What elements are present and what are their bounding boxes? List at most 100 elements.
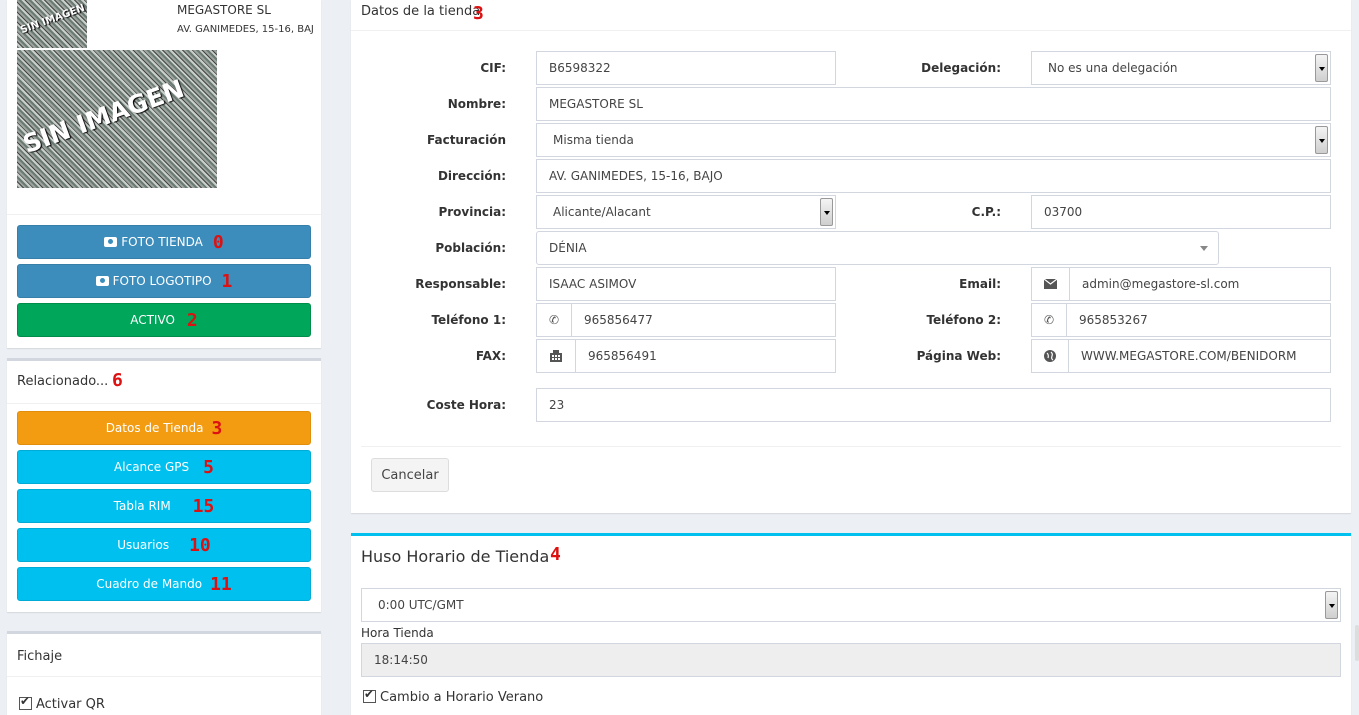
no-image-text-small: SIN IMAGEN bbox=[19, 2, 87, 37]
foto-logotipo-label: FOTO LOGOTIPO bbox=[112, 274, 212, 288]
related-title: Relacionado... bbox=[17, 374, 109, 389]
delegacion-value: No es una delegación bbox=[1048, 61, 1178, 75]
store-photo-thumbnail: SIN IMAGEN bbox=[17, 50, 217, 188]
envelope-icon bbox=[1031, 267, 1070, 301]
divider bbox=[7, 403, 321, 404]
store-summary-panel: SIN IMAGEN MEGASTORE SL AV. GANIMEDES, 1… bbox=[7, 0, 321, 348]
alcance-gps-button[interactable]: Alcance GPS 5 bbox=[17, 450, 311, 484]
cuadro-de-mando-button[interactable]: Cuadro de Mando 11 bbox=[17, 567, 311, 601]
annotation-number: 2 bbox=[186, 309, 198, 331]
related-item-label: Alcance GPS bbox=[114, 460, 190, 474]
tabla-rim-button[interactable]: Tabla RIM 15 bbox=[17, 489, 311, 523]
delegacion-label: Delegación: bbox=[921, 61, 1001, 75]
timezone-select[interactable]: 0:00 UTC/GMT bbox=[361, 588, 1341, 622]
annotation-number: 1 bbox=[221, 270, 233, 292]
provincia-label: Provincia: bbox=[438, 205, 506, 219]
annotation-number: 5 bbox=[203, 456, 214, 478]
divider bbox=[351, 30, 1351, 31]
camera-icon bbox=[95, 276, 109, 286]
divider bbox=[361, 446, 1341, 447]
phone-icon: ✆ bbox=[1031, 303, 1067, 337]
nombre-field[interactable]: MEGASTORE SL bbox=[536, 87, 1331, 121]
foto-tienda-button[interactable]: FOTO TIENDA 0 bbox=[17, 225, 311, 259]
related-item-label: Cuadro de Mando bbox=[96, 577, 203, 591]
web-label: Página Web: bbox=[916, 349, 1001, 363]
annotation-number: 10 bbox=[189, 534, 211, 556]
delegacion-select[interactable]: No es una delegación bbox=[1031, 51, 1331, 85]
responsable-label: Responsable: bbox=[415, 277, 506, 291]
divider bbox=[7, 214, 321, 215]
phone-icon: ✆ bbox=[536, 303, 572, 337]
cif-field[interactable]: B6598322 bbox=[536, 51, 836, 85]
no-image-text-large: SIN IMAGEN bbox=[19, 73, 188, 160]
nombre-label: Nombre: bbox=[447, 97, 506, 111]
annotation-number: 0 bbox=[212, 231, 224, 253]
poblacion-select[interactable]: DÉNIA bbox=[536, 231, 1219, 265]
store-address: AV. GANIMEDES, 15-16, BAJ bbox=[177, 24, 314, 35]
hora-tienda-field: 18:14:50 bbox=[361, 643, 1341, 677]
huso-title: Huso Horario de Tienda bbox=[361, 547, 550, 566]
activar-qr-label: Activar QR bbox=[36, 697, 105, 712]
fax-icon bbox=[536, 339, 576, 373]
dropdown-arrow-icon bbox=[1315, 54, 1328, 82]
scrollbar-thumb[interactable] bbox=[1355, 625, 1359, 661]
camera-icon bbox=[104, 237, 118, 247]
cp-label: C.P.: bbox=[971, 205, 1001, 219]
telefono1-field[interactable]: 965856477 bbox=[571, 303, 836, 337]
cp-field[interactable]: 03700 bbox=[1031, 195, 1331, 229]
dropdown-arrow-icon bbox=[820, 198, 833, 226]
hora-tienda-label: Hora Tienda bbox=[361, 626, 434, 640]
email-label: Email: bbox=[959, 277, 1001, 291]
checkbox-checked-icon bbox=[19, 694, 32, 710]
annotation-number: 3 bbox=[211, 417, 223, 439]
chevron-down-icon bbox=[1200, 246, 1208, 251]
huso-horario-panel: Huso Horario de Tienda 4 0:00 UTC/GMT Ho… bbox=[351, 533, 1351, 715]
activar-qr-checkbox[interactable]: Activar QR bbox=[19, 694, 105, 712]
annotation-number: 3 bbox=[473, 3, 484, 24]
related-panel: Relacionado... 6 Datos de Tienda 3 Alcan… bbox=[7, 358, 321, 612]
timezone-value: 0:00 UTC/GMT bbox=[378, 598, 464, 612]
web-field[interactable]: WWW.MEGASTORE.COM/BENIDORM bbox=[1068, 339, 1331, 373]
store-logo-thumbnail: SIN IMAGEN bbox=[17, 0, 87, 48]
cif-label: CIF: bbox=[480, 61, 506, 75]
horario-verano-checkbox[interactable]: Cambio a Horario Verano bbox=[363, 687, 544, 705]
store-name: MEGASTORE SL bbox=[177, 3, 271, 17]
cancel-button[interactable]: Cancelar bbox=[371, 458, 449, 492]
checkbox-checked-icon bbox=[363, 687, 376, 703]
telefono2-label: Teléfono 2: bbox=[926, 313, 1001, 327]
poblacion-label: Población: bbox=[435, 241, 506, 255]
activo-button[interactable]: ACTIVO 2 bbox=[17, 303, 311, 337]
related-item-label: Usuarios bbox=[117, 538, 170, 552]
foto-logotipo-button[interactable]: FOTO LOGOTIPO 1 bbox=[17, 264, 311, 298]
related-item-label: Datos de Tienda bbox=[105, 421, 204, 435]
provincia-value: Alicante/Alacant bbox=[553, 205, 651, 219]
poblacion-value: DÉNIA bbox=[549, 241, 587, 255]
related-item-label: Tabla RIM bbox=[113, 499, 171, 513]
fax-field[interactable]: 965856491 bbox=[575, 339, 836, 373]
direccion-label: Dirección: bbox=[437, 169, 506, 183]
datos-tienda-panel: Datos de la tienda 3 CIF: B6598322 Deleg… bbox=[351, 0, 1351, 513]
fax-label: FAX: bbox=[475, 349, 506, 363]
annotation-number: 6 bbox=[112, 370, 123, 391]
globe-icon bbox=[1031, 339, 1069, 373]
direccion-field[interactable]: AV. GANIMEDES, 15-16, BAJO bbox=[536, 159, 1331, 193]
annotation-number: 15 bbox=[192, 495, 215, 517]
horario-verano-label: Cambio a Horario Verano bbox=[380, 690, 544, 705]
activo-label: ACTIVO bbox=[130, 313, 175, 327]
provincia-select[interactable]: Alicante/Alacant bbox=[536, 195, 836, 229]
coste-hora-field[interactable]: 23 bbox=[536, 388, 1331, 422]
telefono2-field[interactable]: 965853267 bbox=[1066, 303, 1331, 337]
fichaje-title: Fichaje bbox=[17, 649, 63, 664]
datos-title: Datos de la tienda bbox=[361, 4, 481, 19]
facturacion-select[interactable]: Misma tienda bbox=[536, 123, 1331, 157]
email-field[interactable]: admin@megastore-sl.com bbox=[1069, 267, 1331, 301]
facturacion-label: Facturación bbox=[426, 133, 506, 147]
divider bbox=[7, 676, 321, 677]
dropdown-arrow-icon bbox=[1315, 126, 1328, 154]
datos-de-tienda-button[interactable]: Datos de Tienda 3 bbox=[17, 411, 311, 445]
coste-hora-label: Coste Hora: bbox=[426, 398, 506, 412]
responsable-field[interactable]: ISAAC ASIMOV bbox=[536, 267, 836, 301]
fichaje-panel: Fichaje Activar QR bbox=[7, 631, 321, 715]
dropdown-arrow-icon bbox=[1325, 591, 1338, 619]
usuarios-button[interactable]: Usuarios 10 bbox=[17, 528, 311, 562]
